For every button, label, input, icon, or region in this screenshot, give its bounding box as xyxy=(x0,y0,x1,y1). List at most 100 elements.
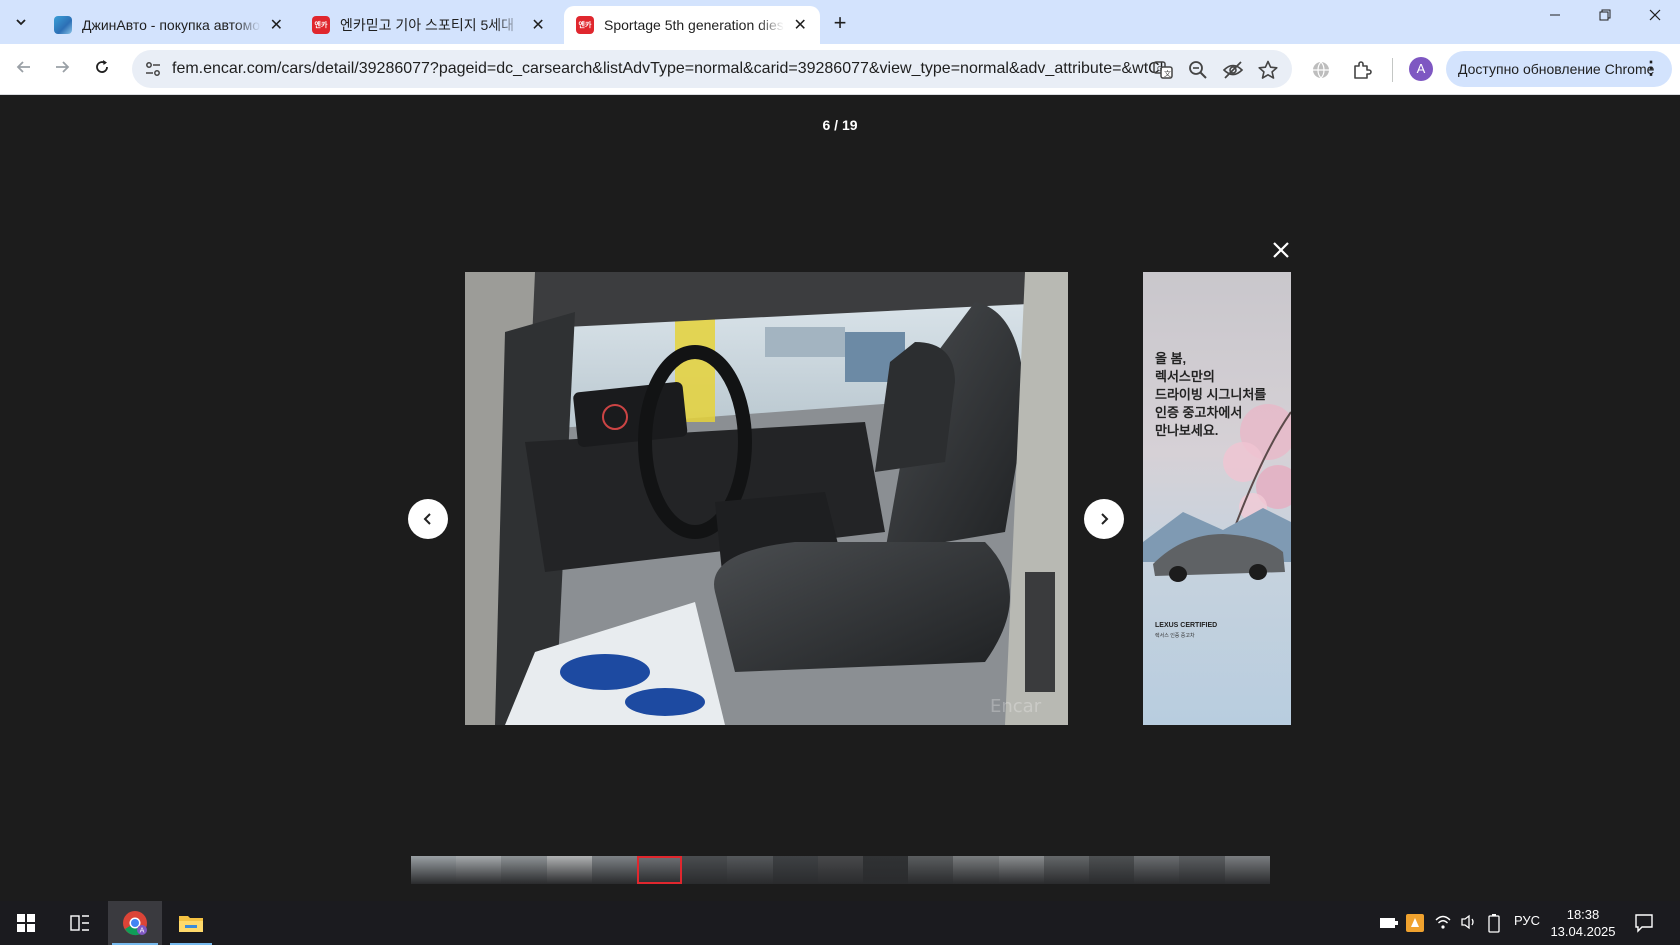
windows-taskbar: A РУС 18:38 13.04.2025 xyxy=(0,901,1680,945)
extensions-icon[interactable] xyxy=(1350,58,1374,82)
thumbnail-strip xyxy=(411,856,1270,884)
close-tab-icon[interactable]: ✕ xyxy=(269,15,284,35)
previous-photo-button[interactable] xyxy=(408,499,448,539)
forward-button[interactable] xyxy=(48,56,76,84)
next-photo-button[interactable] xyxy=(1084,499,1124,539)
zoom-icon[interactable] xyxy=(1187,59,1209,81)
folder-icon xyxy=(179,916,203,932)
taskbar-file-explorer[interactable] xyxy=(166,901,216,945)
reload-button[interactable] xyxy=(88,56,116,84)
notifications-icon[interactable] xyxy=(1634,913,1654,933)
url-text[interactable]: fem.encar.com/cars/detail/39286077?pagei… xyxy=(172,60,1172,78)
encar-favicon-icon: 엔카 xyxy=(576,16,594,34)
chrome-icon: A xyxy=(123,911,147,936)
tab-strip: ДжинАвто - покупка автомобиля ✕ 엔카 엔카믿고 … xyxy=(0,0,1680,44)
battery-vertical-icon[interactable] xyxy=(1488,913,1500,933)
restore-icon xyxy=(1599,9,1611,21)
task-view-icon xyxy=(70,915,89,931)
thumbnail[interactable] xyxy=(411,856,457,884)
minimize-button[interactable] xyxy=(1535,8,1575,26)
photo-watermark: Encar xyxy=(990,696,1042,717)
tab-jinavto[interactable]: ДжинАвто - покупка автомобиля ✕ xyxy=(42,6,296,44)
vpn-globe-icon[interactable] xyxy=(1309,58,1333,82)
start-button[interactable] xyxy=(0,901,52,945)
browser-toolbar: fem.encar.com/cars/detail/39286077?pagei… xyxy=(0,44,1680,95)
lexus-ad-banner[interactable]: 올 봄, 렉서스만의 드라이빙 시그니처를 인증 중고차에서 만나보세요. LE… xyxy=(1143,272,1291,725)
svg-text:A: A xyxy=(140,927,145,935)
tab-encar-sportage-kr[interactable]: 엔카 엔카믿고 기아 스포티지 5세대 ✕ xyxy=(300,6,558,44)
thumbnail[interactable] xyxy=(817,856,864,884)
arrow-left-icon xyxy=(16,61,30,73)
cherry-blossom-image xyxy=(1143,404,1291,582)
update-label: Доступно обновление Chrome xyxy=(1458,61,1655,77)
ad-subtitle: 렉서스 인증 중고차 xyxy=(1155,633,1195,639)
thumbnail[interactable] xyxy=(591,856,638,884)
translate-icon[interactable]: G文 xyxy=(1152,59,1174,81)
system-clock[interactable]: 18:38 13.04.2025 xyxy=(1548,906,1618,940)
clock-time: 18:38 xyxy=(1566,907,1600,922)
address-bar[interactable]: fem.encar.com/cars/detail/39286077?pagei… xyxy=(132,50,1292,88)
tab-title: 엔카믿고 기아 스포티지 5세대 xyxy=(340,17,515,33)
eye-off-icon[interactable] xyxy=(1222,59,1244,81)
bookmark-star-icon[interactable] xyxy=(1257,59,1279,81)
battery-icon[interactable] xyxy=(1380,916,1398,930)
windows-logo-icon xyxy=(17,914,35,932)
wifi-icon[interactable] xyxy=(1434,914,1452,930)
arrow-right-icon xyxy=(56,61,70,73)
thumbnail[interactable] xyxy=(772,856,818,884)
jinavto-favicon-icon xyxy=(54,16,72,34)
thumbnail[interactable] xyxy=(1179,856,1225,884)
restore-button[interactable] xyxy=(1585,8,1625,26)
thumbnail[interactable] xyxy=(682,856,728,884)
thumbnail[interactable] xyxy=(908,856,954,884)
thumbnail[interactable] xyxy=(863,856,909,884)
profile-avatar[interactable]: A xyxy=(1409,57,1433,81)
photo-counter: 6 / 19 xyxy=(822,117,858,133)
main-photo[interactable]: Encar xyxy=(465,272,1068,725)
tab-title: ДжинАвто - покупка автомобиля xyxy=(82,17,261,33)
taskbar-chrome[interactable]: A xyxy=(108,901,162,945)
car-interior-image: Encar xyxy=(465,272,1068,725)
thumbnail[interactable] xyxy=(501,856,547,884)
ad-brand: LEXUS CERTIFIED xyxy=(1155,622,1218,629)
encar-favicon-icon: 엔카 xyxy=(312,16,330,34)
tab-search-button[interactable] xyxy=(6,8,36,36)
thumbnail[interactable] xyxy=(456,856,502,884)
chevron-down-icon xyxy=(16,19,26,26)
thumbnail[interactable] xyxy=(637,856,683,884)
reload-icon xyxy=(96,60,108,73)
volume-icon[interactable] xyxy=(1460,914,1478,930)
close-viewer-icon[interactable] xyxy=(1268,237,1294,263)
clock-date: 13.04.2025 xyxy=(1550,924,1616,939)
thumbnail[interactable] xyxy=(953,856,999,884)
toolbar-divider xyxy=(1392,58,1393,82)
new-tab-button[interactable]: + xyxy=(828,10,852,36)
chevron-right-icon xyxy=(1101,513,1109,525)
ad-headline: 올 봄, 렉서스만의 드라이빙 시그니처를 인증 중고차에서 만나보세요. xyxy=(1155,351,1267,438)
chevron-left-icon xyxy=(423,513,431,525)
kebab-menu-icon[interactable]: ⋮ xyxy=(1642,58,1660,79)
photo-viewer: 6 / 19 Encar 올 봄, 렉서스만의 드라이빙 시그니처를 인증 중고… xyxy=(0,95,1680,901)
close-icon xyxy=(1649,9,1661,21)
thumbnail[interactable] xyxy=(727,856,773,884)
site-settings-icon[interactable] xyxy=(144,60,162,78)
back-button[interactable] xyxy=(10,56,38,84)
close-window-button[interactable] xyxy=(1635,8,1675,26)
svg-text:G: G xyxy=(1157,65,1162,73)
tab-title: Sportage 5th generation diesel xyxy=(604,17,785,33)
svg-text:文: 文 xyxy=(1164,69,1171,78)
chrome-update-button[interactable]: Доступно обновление Chrome ⋮ xyxy=(1446,51,1672,87)
tab-sportage-active[interactable]: 엔카 Sportage 5th generation diesel ✕ xyxy=(564,6,820,44)
thumbnail[interactable] xyxy=(1043,856,1090,884)
input-language[interactable]: РУС xyxy=(1514,913,1540,928)
minimize-icon xyxy=(1550,14,1560,16)
close-tab-icon[interactable]: ✕ xyxy=(792,15,808,35)
thumbnail[interactable] xyxy=(1134,856,1180,884)
app-tray-icon[interactable] xyxy=(1406,914,1424,932)
close-tab-icon[interactable]: ✕ xyxy=(530,15,546,35)
thumbnail[interactable] xyxy=(546,856,592,884)
thumbnail[interactable] xyxy=(1224,856,1270,884)
thumbnail[interactable] xyxy=(1089,856,1135,884)
task-view-button[interactable] xyxy=(56,901,104,945)
thumbnail[interactable] xyxy=(998,856,1044,884)
